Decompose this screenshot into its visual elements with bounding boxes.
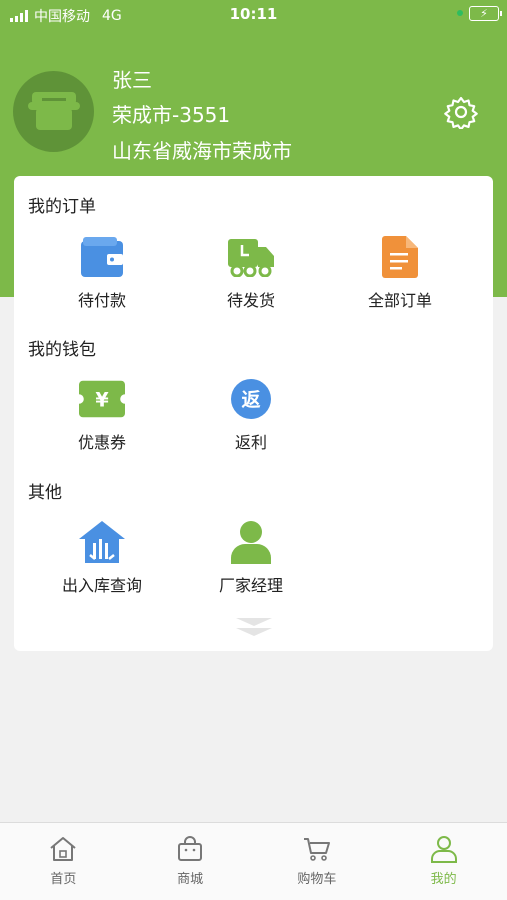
shop-bag-icon xyxy=(175,834,205,864)
tab-home-label: 首页 xyxy=(50,872,77,887)
factory-manager-label: 厂家经理 xyxy=(218,576,283,595)
store-avatar-icon xyxy=(27,91,80,130)
pending-payment-label: 待付款 xyxy=(77,291,126,310)
user-code: 荣成市-3551 xyxy=(112,103,231,127)
document-icon xyxy=(377,234,423,280)
truck-icon xyxy=(228,234,274,280)
coupon-button[interactable]: ¥ 优惠券 xyxy=(42,376,162,453)
user-name: 张三 xyxy=(112,68,152,92)
menu-card: 我的订单 待付款 待发货 全部订单 我的钱包 ¥ 优惠券 返 返利 其他 出入库… xyxy=(14,176,493,651)
wallet-section-title: 我的钱包 xyxy=(28,340,96,360)
status-time: 10:11 xyxy=(229,5,278,23)
all-orders-button[interactable]: 全部订单 xyxy=(340,234,460,311)
battery-icon: ⚡ xyxy=(469,6,502,21)
tab-cart-label: 购物车 xyxy=(297,872,337,887)
profile-icon xyxy=(429,834,459,864)
coupon-icon: ¥ xyxy=(79,376,125,422)
avatar[interactable] xyxy=(13,71,94,152)
wallet-icon xyxy=(79,234,125,280)
user-address: 山东省威海市荣成市 xyxy=(112,139,292,163)
all-orders-label: 全部订单 xyxy=(367,291,432,310)
expand-more-icon[interactable] xyxy=(234,616,274,640)
rebate-button[interactable]: 返 返利 xyxy=(191,376,311,453)
rebate-icon-glyph: 返 xyxy=(241,389,260,411)
factory-manager-button[interactable]: 厂家经理 xyxy=(191,519,311,596)
warehouse-query-button[interactable]: 出入库查询 xyxy=(42,519,162,596)
tab-mine-label: 我的 xyxy=(430,872,457,887)
manager-icon xyxy=(228,519,274,565)
orders-section-title: 我的订单 xyxy=(28,197,96,217)
tab-shop[interactable]: 商城 xyxy=(127,823,254,900)
pending-payment-button[interactable]: 待付款 xyxy=(42,234,162,311)
tab-cart[interactable]: 购物车 xyxy=(254,823,381,900)
pending-shipment-label: 待发货 xyxy=(226,291,275,310)
rebate-label: 返利 xyxy=(234,433,267,452)
coupon-icon-glyph: ¥ xyxy=(95,389,109,412)
tab-shop-label: 商城 xyxy=(177,872,204,887)
warehouse-query-label: 出入库查询 xyxy=(61,576,142,595)
tab-home[interactable]: 首页 xyxy=(0,823,127,900)
home-icon xyxy=(48,834,78,864)
settings-button[interactable] xyxy=(443,94,479,130)
other-section-title: 其他 xyxy=(28,483,62,503)
charging-indicator-icon xyxy=(457,10,463,16)
bottom-tabbar: 首页 商城 购物车 我的 xyxy=(0,822,507,900)
pending-shipment-button[interactable]: 待发货 xyxy=(191,234,311,311)
coupon-label: 优惠券 xyxy=(77,433,126,452)
gear-icon xyxy=(444,96,478,129)
tab-mine[interactable]: 我的 xyxy=(380,823,507,900)
warehouse-icon xyxy=(79,519,125,565)
cart-icon xyxy=(302,834,332,864)
rebate-icon: 返 xyxy=(228,376,274,422)
status-bar: 中国移动 4G 10:11 ⚡ xyxy=(0,0,507,30)
